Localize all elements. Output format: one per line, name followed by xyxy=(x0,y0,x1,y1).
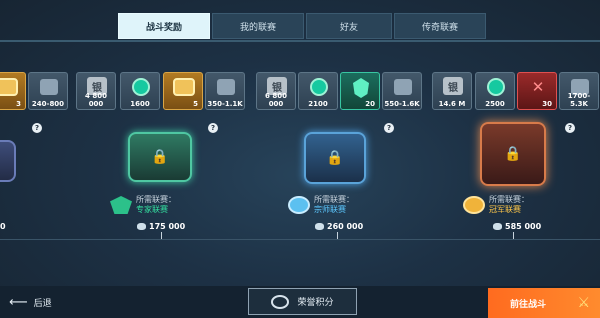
champion-league-badge-icon xyxy=(463,196,485,214)
reward-value: 1700-5.3K xyxy=(567,92,591,108)
help-icon[interactable]: ? xyxy=(32,123,42,133)
reward-puzzle-tile[interactable]: 550-1.6K xyxy=(382,72,422,110)
reward-value: 2500 xyxy=(485,100,505,108)
master-league-badge-icon xyxy=(288,196,310,214)
reward-value: 2100 xyxy=(308,100,328,108)
timeline-tick xyxy=(161,232,162,239)
trophy-points-icon xyxy=(315,223,324,230)
league-name: 专家联赛 xyxy=(136,205,168,214)
trophy-points-icon xyxy=(493,223,502,230)
puzzle-icon xyxy=(394,79,412,95)
help-icon[interactable]: ? xyxy=(384,123,394,133)
gem-icon xyxy=(487,78,505,96)
reward-silver-tile[interactable]: 银 14.6 M xyxy=(432,72,472,110)
lock-icon: 🔒 xyxy=(504,146,522,162)
back-label: 后退 xyxy=(33,299,52,309)
tab-legend-league[interactable]: 传奇联赛 xyxy=(394,13,486,39)
gem-icon xyxy=(310,78,328,96)
chest-tier-3[interactable]: 🔒 xyxy=(480,122,546,186)
league-required-label: 所需联赛： xyxy=(314,195,354,204)
lock-icon: 🔒 xyxy=(151,149,169,165)
gold-bar-icon xyxy=(0,78,18,96)
crossed-swords-icon: ✕ xyxy=(531,78,545,96)
reward-puzzle-tile[interactable]: 350-1.1K xyxy=(205,72,245,110)
honor-emblem-icon xyxy=(271,294,290,309)
tab-divider xyxy=(0,40,600,42)
score-value: 260 000 xyxy=(327,222,364,231)
reward-gem-tile[interactable]: 2500 xyxy=(475,72,515,110)
puzzle-icon xyxy=(217,79,235,95)
reward-value: 350-1.1K xyxy=(207,100,243,108)
reward-value: 1600 xyxy=(130,100,150,108)
puzzle-icon xyxy=(40,79,58,95)
reward-value: 14.6 M xyxy=(438,100,466,108)
gold-bar-icon xyxy=(173,78,195,96)
reward-value: 30 xyxy=(542,100,552,108)
tab-my-league[interactable]: 我的联赛 xyxy=(212,13,304,39)
league-required-label: 所需联赛： xyxy=(136,195,176,204)
score-label: 260 000 xyxy=(315,222,363,231)
league-requirement: 所需联赛： 专家联赛 xyxy=(110,195,176,215)
go-to-battle-button[interactable]: 前往战斗 ⚔ xyxy=(488,288,600,318)
reward-value: 20 xyxy=(365,100,375,108)
honor-points-button[interactable]: 荣誉积分 xyxy=(248,288,357,315)
tab-bar: 战斗奖励 我的联赛 好友 传奇联赛 xyxy=(118,13,486,39)
reward-value: 4 800 000 xyxy=(85,92,107,108)
lock-icon: 🔒 xyxy=(326,150,344,166)
reward-value: 6 800 000 xyxy=(265,92,287,108)
reward-gold-tile[interactable]: 3 xyxy=(0,72,26,110)
chest-tier-1[interactable]: 🔒 xyxy=(128,132,192,182)
back-button[interactable]: ⟵ 后退 xyxy=(9,295,52,310)
reward-shield-tile[interactable]: 20 xyxy=(340,72,380,110)
reward-gem-tile[interactable]: 1600 xyxy=(120,72,160,110)
trophy-points-icon xyxy=(137,223,146,230)
league-name: 冠军联赛 xyxy=(489,205,521,214)
score-label: 0 xyxy=(0,222,6,231)
honor-label: 荣誉积分 xyxy=(297,298,334,308)
reward-puzzle-tile[interactable]: 240-800 xyxy=(28,72,68,110)
crossed-swords-icon: ⚔ xyxy=(577,295,590,311)
reward-value: 3 xyxy=(16,100,21,108)
chest-tier-2[interactable]: 🔒 xyxy=(304,132,366,184)
reward-puzzle-tile[interactable]: 1700-5.3K xyxy=(559,72,599,110)
help-icon[interactable]: ? xyxy=(565,123,575,133)
reward-gem-tile[interactable]: 2100 xyxy=(298,72,338,110)
score-timeline xyxy=(0,239,600,240)
score-value: 585 000 xyxy=(505,222,542,231)
expert-league-badge-icon xyxy=(110,196,132,214)
left-arrow-icon: ⟵ xyxy=(9,295,28,310)
silver-coin-icon: 银 xyxy=(443,77,463,95)
reward-value: 550-1.6K xyxy=(384,100,420,108)
help-icon[interactable]: ? xyxy=(208,123,218,133)
shield-icon xyxy=(353,78,369,98)
reward-silver-tile[interactable]: 银 4 800 000 xyxy=(76,72,116,110)
score-label: 585 000 xyxy=(493,222,541,231)
reward-swords-tile[interactable]: ✕ 30 xyxy=(517,72,557,110)
fight-label: 前往战斗 xyxy=(510,299,547,310)
league-name: 宗师联赛 xyxy=(314,205,346,214)
reward-value: 240-800 xyxy=(31,100,65,108)
league-requirement: 所需联赛： 冠军联赛 xyxy=(463,195,529,215)
reward-silver-tile[interactable]: 银 6 800 000 xyxy=(256,72,296,110)
score-value: 0 xyxy=(0,222,6,231)
reward-gold-tile[interactable]: 5 xyxy=(163,72,203,110)
score-value: 175 000 xyxy=(149,222,186,231)
reward-value: 5 xyxy=(193,100,198,108)
timeline-tick xyxy=(337,232,338,239)
chest-tier-0[interactable] xyxy=(0,140,16,182)
league-requirement: 所需联赛： 宗师联赛 xyxy=(288,195,354,215)
gem-icon xyxy=(132,78,150,96)
timeline-tick xyxy=(513,232,514,239)
tab-friends[interactable]: 好友 xyxy=(306,13,392,39)
score-label: 175 000 xyxy=(137,222,185,231)
league-required-label: 所需联赛： xyxy=(489,195,529,204)
tab-battle-rewards[interactable]: 战斗奖励 xyxy=(118,13,210,39)
